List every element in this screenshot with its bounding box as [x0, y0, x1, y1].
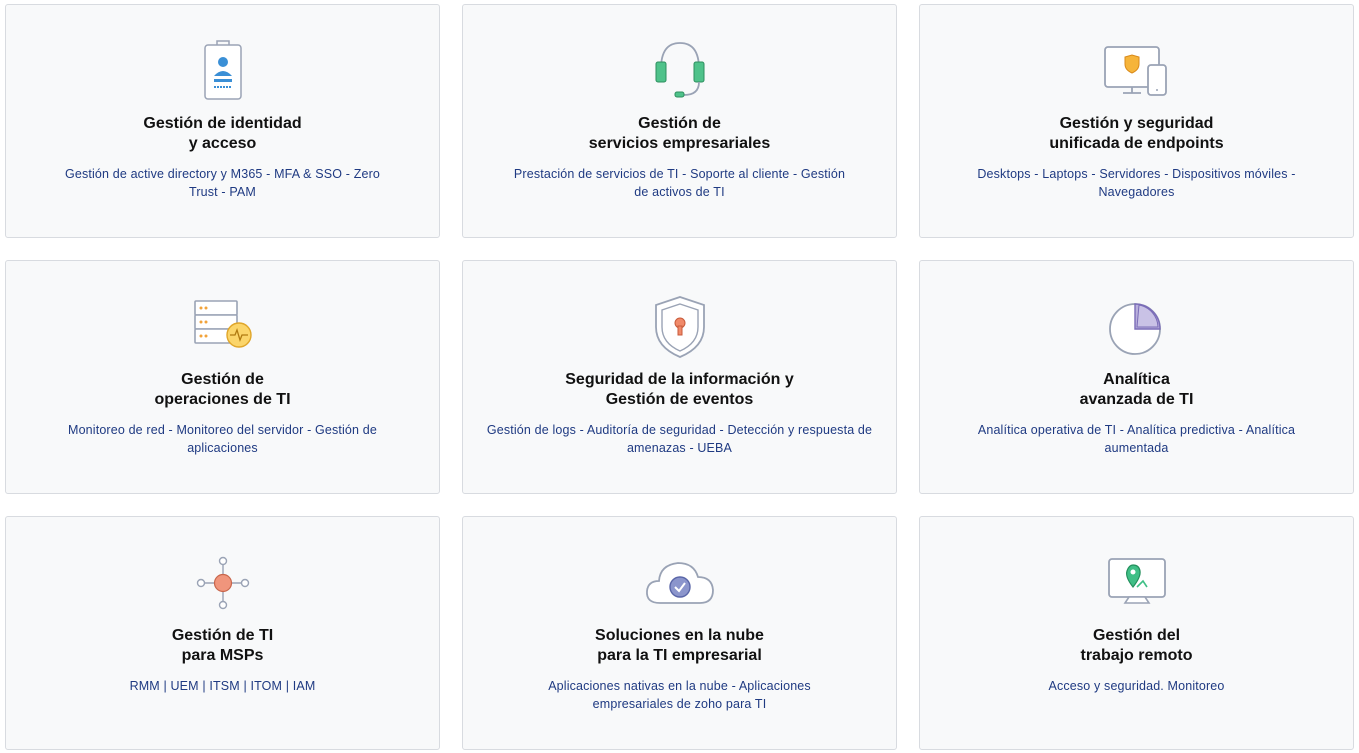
card-identity-access[interactable]: Gestión de identidad y acceso Gestión de… [5, 4, 440, 238]
card-description: Analítica operativa de TI - Analítica pr… [977, 423, 1296, 455]
pie-chart-icon [1101, 293, 1173, 361]
headset-icon [644, 37, 716, 105]
card-advanced-analytics[interactable]: Analítica avanzada de TI Analítica opera… [919, 260, 1354, 494]
card-description: Gestión de active directory y M365 - MFA… [64, 167, 380, 199]
card-remote-work[interactable]: Gestión del trabajo remoto Acceso y segu… [919, 516, 1354, 750]
card-endpoint-management[interactable]: Gestión y seguridad unificada de endpoin… [919, 4, 1354, 238]
card-description: Desktops - Laptops - Servidores - Dispos… [977, 167, 1296, 199]
card-title: Analítica avanzada de TI [1079, 371, 1194, 408]
remote-location-icon [1101, 549, 1173, 617]
card-description: Acceso y seguridad. Monitoreo [1048, 679, 1225, 693]
card-description: Aplicaciones nativas en la nube - Aplica… [548, 679, 811, 711]
card-siem[interactable]: Seguridad de la información y Gestión de… [462, 260, 897, 494]
card-description: Gestión de logs - Auditoría de seguridad… [486, 423, 873, 455]
card-description: Monitoreo de red - Monitoreo del servido… [68, 423, 377, 455]
card-title: Seguridad de la información y Gestión de… [565, 371, 794, 408]
cloud-check-icon [644, 549, 716, 617]
network-node-icon [187, 549, 259, 617]
server-monitor-icon [187, 293, 259, 361]
card-description: Prestación de servicios de TI - Soporte … [513, 167, 846, 199]
card-title: Soluciones en la nube para la TI empresa… [595, 627, 764, 664]
card-title: Gestión de TI para MSPs [171, 627, 274, 664]
id-badge-icon [187, 37, 259, 105]
card-it-operations[interactable]: Gestión de operaciones de TI Monitoreo d… [5, 260, 440, 494]
card-cloud-solutions[interactable]: Soluciones en la nube para la TI empresa… [462, 516, 897, 750]
card-msp[interactable]: Gestión de TI para MSPs RMM | UEM | ITSM… [5, 516, 440, 750]
devices-icon [1101, 37, 1173, 105]
card-title: Gestión de operaciones de TI [154, 371, 291, 408]
shield-lock-icon [644, 293, 716, 361]
card-description: RMM | UEM | ITSM | ITOM | IAM [129, 679, 316, 693]
card-title: Gestión y seguridad unificada de endpoin… [1049, 115, 1224, 152]
card-enterprise-services[interactable]: Gestión de servicios empresariales Prest… [462, 4, 897, 238]
card-title: Gestión del trabajo remoto [1080, 627, 1193, 664]
card-title: Gestión de servicios empresariales [588, 115, 771, 152]
card-title: Gestión de identidad y acceso [143, 115, 302, 152]
